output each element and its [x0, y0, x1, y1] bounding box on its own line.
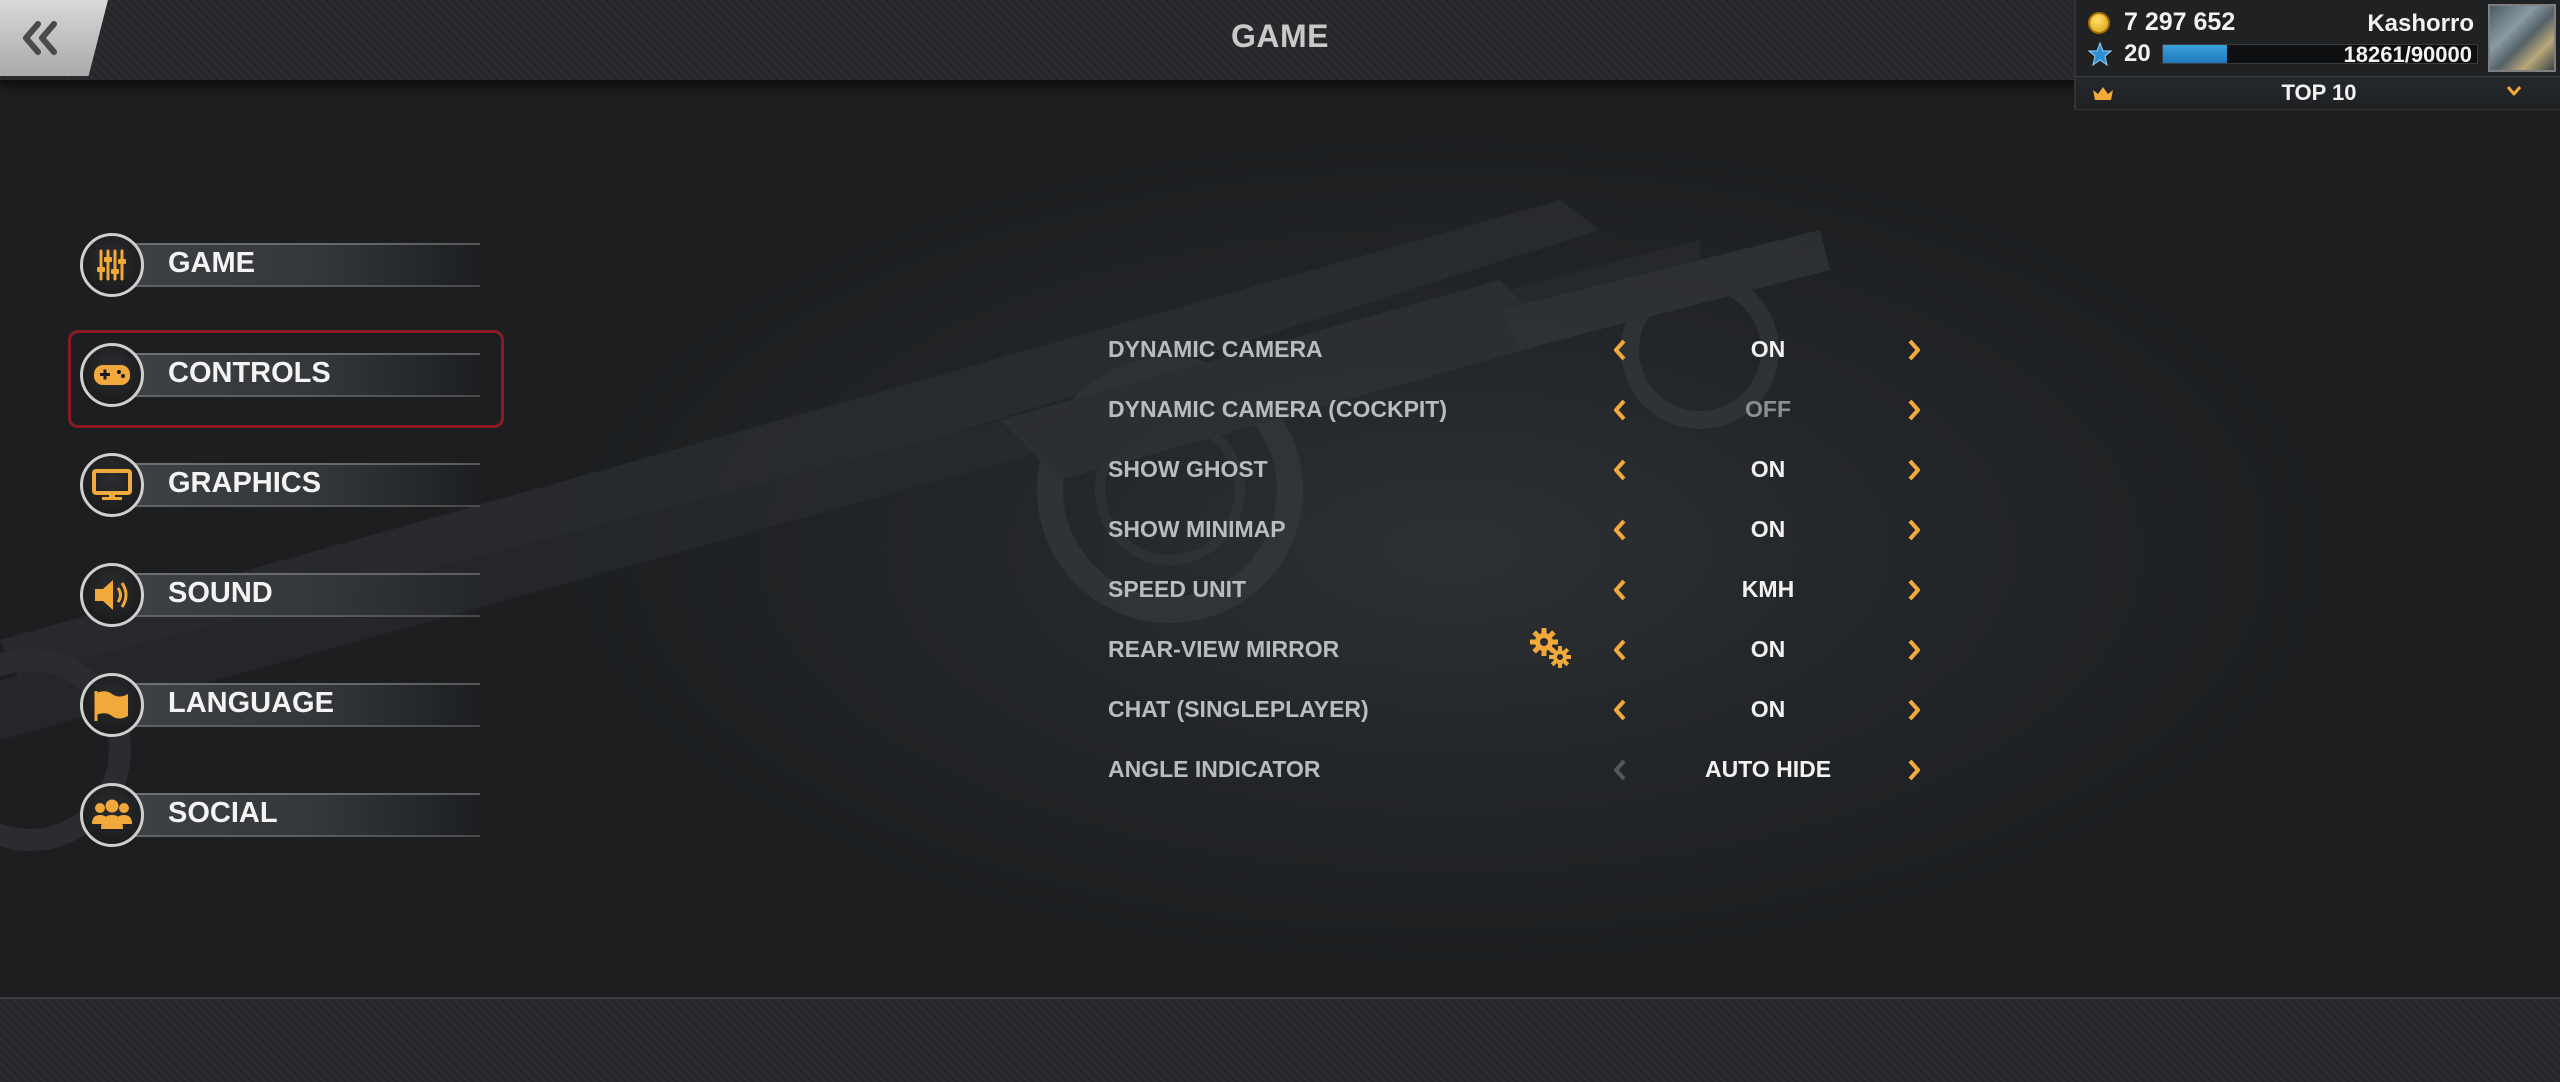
gears-icon[interactable] [1528, 626, 1574, 672]
previous-option-button[interactable] [1606, 336, 1634, 364]
chevron-left-icon [1614, 399, 1626, 421]
chevron-down-icon [2506, 86, 2522, 96]
sliders-icon [97, 249, 126, 281]
chevron-left-icon [1614, 459, 1626, 481]
setting-label: SHOW GHOST [1108, 456, 1268, 482]
chevron-left-icon [1614, 639, 1626, 661]
setting-show-minimap: SHOW MINIMAP ON [1108, 510, 1938, 550]
chevron-left-icon [1614, 339, 1626, 361]
setting-value: ON [1750, 636, 1786, 662]
setting-label: CHAT (SINGLEPLAYER) [1108, 696, 1369, 722]
menu-item-label: SOUND [168, 577, 273, 609]
setting-dynamic-camera-cockpit: DYNAMIC CAMERA (COCKPIT) OFF [1108, 390, 1938, 430]
setting-angle-indicator: ANGLE INDICATOR AUTO HIDE [1108, 750, 1938, 790]
previous-option-button[interactable] [1606, 576, 1634, 604]
next-option-button[interactable] [1900, 576, 1928, 604]
previous-option-button[interactable] [1606, 516, 1634, 544]
menu-icon-circle [80, 343, 144, 407]
setting-speed-unit: SPEED UNIT KMH [1108, 570, 1938, 610]
menu-item-game[interactable]: GAME [80, 233, 480, 297]
monitor-icon [92, 469, 132, 500]
coin-icon [2088, 12, 2110, 34]
avatar[interactable] [2488, 4, 2556, 72]
setting-show-ghost: SHOW GHOST ON [1108, 450, 1938, 490]
rank-label: TOP 10 [2281, 80, 2357, 105]
menu-item-language[interactable]: LANGUAGE [80, 673, 480, 737]
rank-dropdown[interactable]: TOP 10 [2076, 76, 2560, 109]
player-level: 20 [2124, 40, 2151, 67]
setting-value: ON [1750, 696, 1786, 722]
setting-label: DYNAMIC CAMERA [1108, 336, 1323, 362]
chevron-right-icon [1908, 399, 1920, 421]
next-option-button[interactable] [1900, 396, 1928, 424]
menu-icon-circle [80, 783, 144, 847]
chevron-right-icon [1908, 579, 1920, 601]
previous-option-button[interactable] [1606, 636, 1634, 664]
xp-text: 18261/90000 [2343, 42, 2472, 67]
next-option-button[interactable] [1900, 516, 1928, 544]
player-name: Kashorro [2367, 10, 2474, 37]
menu-icon-circle [80, 673, 144, 737]
next-option-button[interactable] [1900, 696, 1928, 724]
menu-icon-circle [80, 563, 144, 627]
flag-icon [94, 691, 128, 721]
next-option-button[interactable] [1900, 456, 1928, 484]
gamepad-icon [94, 365, 130, 385]
menu-icon-circle [80, 233, 144, 297]
menu-item-label: GRAPHICS [168, 467, 322, 499]
menu-icon-circle [80, 453, 144, 517]
menu-item-social[interactable]: SOCIAL [80, 783, 480, 847]
chevron-left-icon [1614, 519, 1626, 541]
setting-value: ON [1750, 516, 1786, 542]
xp-progress-fill [2163, 45, 2227, 63]
setting-label: SHOW MINIMAP [1108, 516, 1286, 542]
setting-label: ANGLE INDICATOR [1108, 756, 1321, 782]
next-option-button[interactable] [1900, 636, 1928, 664]
previous-option-button[interactable] [1606, 396, 1634, 424]
setting-value: ON [1750, 456, 1786, 482]
setting-dynamic-camera: DYNAMIC CAMERA ON [1108, 330, 1938, 370]
setting-value: ON [1750, 336, 1786, 362]
menu-item-label: GAME [168, 247, 255, 279]
next-option-button[interactable] [1900, 756, 1928, 784]
chevron-right-icon [1908, 639, 1920, 661]
speaker-icon [95, 580, 128, 610]
chevron-left-icon [1614, 699, 1626, 721]
menu-item-label: SOCIAL [168, 797, 278, 829]
setting-label: SPEED UNIT [1108, 576, 1247, 602]
chevron-right-icon [1908, 519, 1920, 541]
next-option-button[interactable] [1900, 336, 1928, 364]
setting-chat-singleplayer: CHAT (SINGLEPLAYER) ON [1108, 690, 1938, 730]
previous-option-button[interactable] [1606, 756, 1634, 784]
setting-label: REAR-VIEW MIRROR [1108, 636, 1340, 662]
bottom-bar [0, 997, 2560, 1082]
star-icon [2088, 42, 2112, 66]
chevron-right-icon [1908, 339, 1920, 361]
chevron-left-icon [1614, 759, 1626, 781]
player-panel: 7 297 652 Kashorro 20 18261/90000 TOP 10 [2074, 0, 2560, 110]
setting-label: DYNAMIC CAMERA (COCKPIT) [1108, 396, 1448, 422]
chevron-right-icon [1908, 459, 1920, 481]
menu-item-graphics[interactable]: GRAPHICS [80, 453, 480, 517]
previous-option-button[interactable] [1606, 456, 1634, 484]
coin-balance: 7 297 652 [2124, 8, 2236, 36]
setting-value: OFF [1745, 396, 1791, 422]
menu-item-controls[interactable]: CONTROLS [80, 343, 480, 407]
menu-item-label: LANGUAGE [168, 687, 334, 719]
chevron-right-icon [1908, 699, 1920, 721]
setting-value: KMH [1741, 576, 1795, 602]
menu-item-sound[interactable]: SOUND [80, 563, 480, 627]
menu-item-label: CONTROLS [168, 357, 331, 389]
previous-option-button[interactable] [1606, 696, 1634, 724]
people-icon [92, 799, 132, 829]
chevron-left-icon [1614, 579, 1626, 601]
chevron-right-icon [1908, 759, 1920, 781]
setting-value: AUTO HIDE [1704, 756, 1832, 782]
setting-rear-view-mirror: REAR-VIEW MIRROR ON [1108, 630, 1938, 670]
